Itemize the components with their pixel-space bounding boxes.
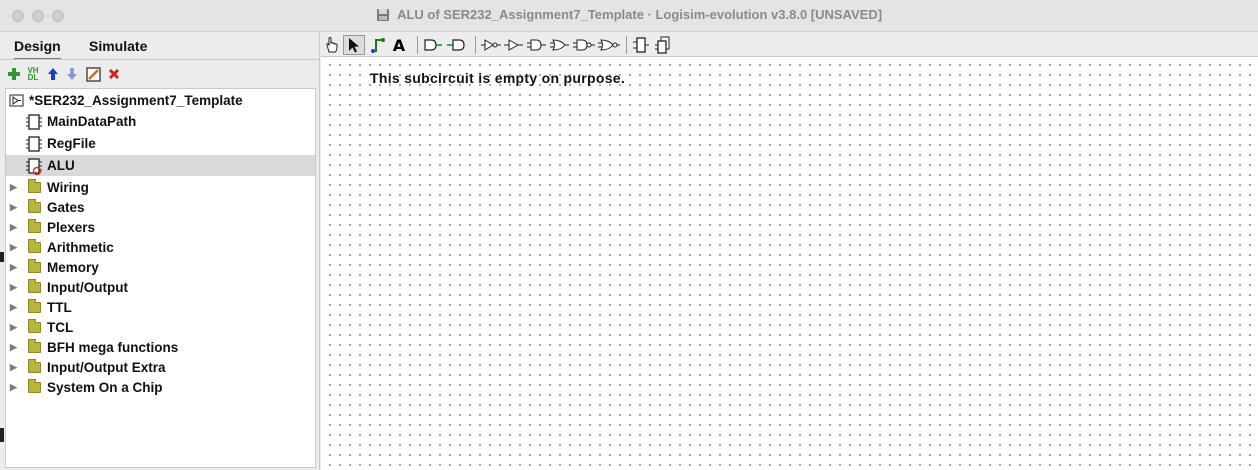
panel-tabs: Design Simulate <box>0 32 320 60</box>
library-label: TTL <box>47 300 72 315</box>
circuit-label: MainDataPath <box>47 114 137 129</box>
project-toolbar: VH DL <box>0 62 320 86</box>
tree-library-memory[interactable]: ▶ Memory <box>6 257 315 278</box>
add-circuit-icon[interactable] <box>6 66 22 82</box>
project-tree: *SER232_Assignment7_Template MainDataPat… <box>5 88 316 468</box>
tree-library-bfh-mega-functions[interactable]: ▶ BFH mega functions <box>6 337 315 358</box>
circuit-chip-icon <box>26 113 42 131</box>
tree-library-system-on-a-chip[interactable]: ▶ System On a Chip <box>6 377 315 398</box>
canvas-empty-message: This subcircuit is empty on purpose. <box>370 70 626 86</box>
delete-icon[interactable] <box>106 66 122 82</box>
library-label: BFH mega functions <box>47 340 179 355</box>
folder-icon <box>26 179 42 197</box>
tree-library-ttl[interactable]: ▶ TTL <box>6 297 315 318</box>
or-gate-icon[interactable] <box>550 35 570 55</box>
library-label: TCL <box>47 320 74 335</box>
expand-arrow-icon[interactable]: ▶ <box>10 322 20 333</box>
folder-icon <box>26 339 42 357</box>
tree-library-input-output[interactable]: ▶ Input/Output <box>6 277 315 298</box>
library-label: Arithmetic <box>47 240 114 255</box>
wiring-tool-icon[interactable] <box>369 35 387 55</box>
library-label: Input/Output <box>47 280 128 295</box>
logisim-window: ALU of SER232_Assignment7_Template · Log… <box>0 0 1258 470</box>
add-vhdl-label: VH DL <box>27 66 39 82</box>
expand-arrow-icon[interactable]: ▶ <box>10 362 20 373</box>
move-up-icon[interactable] <box>45 66 61 82</box>
expand-arrow-icon[interactable]: ▶ <box>10 342 20 353</box>
add-vhdl-icon[interactable]: VH DL <box>25 66 41 82</box>
tree-library-gates[interactable]: ▶ Gates <box>6 197 315 218</box>
library-label: Memory <box>47 260 99 275</box>
toolbar-separator <box>626 36 627 54</box>
poke-tool-icon[interactable] <box>323 35 341 55</box>
library-label: System On a Chip <box>47 380 163 395</box>
library-label: Gates <box>47 200 85 215</box>
folder-icon <box>26 279 42 297</box>
tree-circuit-regfile[interactable]: RegFile <box>6 133 315 154</box>
subcircuit-icon[interactable] <box>632 35 650 55</box>
nor-gate-icon[interactable] <box>598 35 620 55</box>
library-label: Wiring <box>47 180 89 195</box>
folder-icon <box>26 319 42 337</box>
tab-divider <box>0 59 320 60</box>
circuit-chip-icon <box>26 135 42 153</box>
folder-icon <box>26 219 42 237</box>
text-tool-icon[interactable]: A <box>391 35 407 55</box>
toolbar-separator <box>417 36 418 54</box>
main-toolbar: A <box>321 32 1258 57</box>
select-tool-icon[interactable] <box>343 35 365 55</box>
folder-icon <box>26 259 42 277</box>
appearance-icon[interactable] <box>654 35 672 55</box>
move-down-icon[interactable] <box>64 66 80 82</box>
library-label: Plexers <box>47 220 96 235</box>
nand-gate-icon[interactable] <box>573 35 595 55</box>
expand-arrow-icon[interactable]: ▶ <box>10 262 20 273</box>
expand-arrow-icon[interactable]: ▶ <box>10 182 20 193</box>
folder-icon <box>26 359 42 377</box>
tree-library-wiring[interactable]: ▶ Wiring <box>6 177 315 198</box>
circuit-canvas[interactable]: This subcircuit is empty on purpose. <box>321 57 1258 470</box>
tab-simulate[interactable]: Simulate <box>89 38 147 54</box>
tree-project-root[interactable]: *SER232_Assignment7_Template <box>6 90 315 111</box>
save-disk-icon <box>376 7 397 22</box>
edge-artifact <box>0 252 4 262</box>
tree-library-input-output-extra[interactable]: ▶ Input/Output Extra <box>6 357 315 378</box>
folder-icon <box>26 299 42 317</box>
input-pin-icon[interactable] <box>423 35 443 55</box>
library-label: Input/Output Extra <box>47 360 166 375</box>
folder-icon <box>26 199 42 217</box>
not-gate-icon[interactable] <box>481 35 501 55</box>
title-bar: ALU of SER232_Assignment7_Template · Log… <box>0 0 1258 32</box>
expand-arrow-icon[interactable]: ▶ <box>10 242 20 253</box>
toolbar-separator <box>475 36 476 54</box>
edge-artifact <box>0 428 4 442</box>
buffer-icon[interactable] <box>504 35 524 55</box>
explorer-panel: Design Simulate VH DL *SER232_Assignment… <box>0 32 320 470</box>
tree-library-plexers[interactable]: ▶ Plexers <box>6 217 315 238</box>
expand-arrow-icon[interactable]: ▶ <box>10 382 20 393</box>
project-icon <box>8 92 24 110</box>
expand-arrow-icon[interactable]: ▶ <box>10 222 20 233</box>
project-name: *SER232_Assignment7_Template <box>29 93 243 108</box>
folder-icon <box>26 239 42 257</box>
tree-library-tcl[interactable]: ▶ TCL <box>6 317 315 338</box>
folder-icon <box>26 379 42 397</box>
circuit-chip-icon <box>26 157 42 175</box>
expand-arrow-icon[interactable]: ▶ <box>10 282 20 293</box>
tab-design[interactable]: Design <box>14 38 61 60</box>
tree-circuit-maindatapath[interactable]: MainDataPath <box>6 111 315 132</box>
expand-arrow-icon[interactable]: ▶ <box>10 302 20 313</box>
tree-circuit-alu[interactable]: ALU <box>6 155 315 176</box>
window-title-wrap: ALU of SER232_Assignment7_Template · Log… <box>0 7 1258 22</box>
circuit-label: RegFile <box>47 136 96 151</box>
expand-arrow-icon[interactable]: ▶ <box>10 202 20 213</box>
output-pin-icon[interactable] <box>446 35 468 55</box>
window-title: ALU of SER232_Assignment7_Template · Log… <box>397 7 883 22</box>
edit-appearance-icon[interactable] <box>85 66 101 82</box>
circuit-label: ALU <box>47 158 75 173</box>
tree-library-arithmetic[interactable]: ▶ Arithmetic <box>6 237 315 258</box>
and-gate-icon[interactable] <box>527 35 547 55</box>
